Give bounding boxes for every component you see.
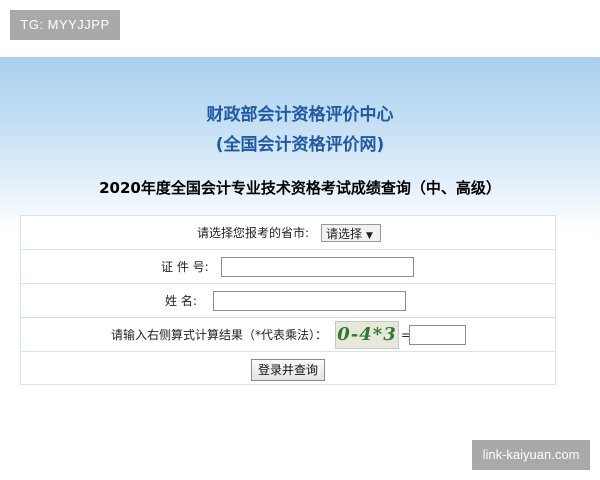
province-select-value: 请选择 (326, 227, 363, 241)
org-title: 财政部会计资格评价中心 (206, 105, 394, 125)
captcha-image[interactable]: 0-4*3 (335, 321, 399, 349)
dropdown-arrow-icon: ▼ (366, 231, 373, 241)
name-label: 姓 名: (165, 294, 197, 308)
name-row: 姓 名: (21, 284, 555, 318)
name-input[interactable] (213, 291, 406, 311)
submit-row: 登录并查询 (21, 352, 555, 386)
captcha-answer-input[interactable] (409, 325, 466, 345)
exam-title: 2020年度全国会计专业技术资格考试成绩查询（中、高级） (99, 179, 501, 197)
captcha-label: 请输入右侧算式计算结果（*代表乘法）： (111, 328, 328, 342)
captcha-row: 请输入右侧算式计算结果（*代表乘法）： 0-4*3 = (21, 318, 555, 352)
query-form: 请选择您报考的省市: 请选择 ▼ 证 件 号: 姓 名: 请输入右侧算式计算结果（… (20, 215, 556, 385)
province-label: 请选择您报考的省市: (197, 226, 310, 240)
province-select[interactable]: 请选择 ▼ (321, 224, 381, 242)
province-row: 请选择您报考的省市: 请选择 ▼ (21, 216, 555, 250)
login-query-button[interactable]: 登录并查询 (251, 359, 326, 381)
tag-badge: TG: MYYJJPP (10, 10, 120, 40)
id-number-input[interactable] (221, 257, 414, 277)
id-row: 证 件 号: (21, 250, 555, 284)
watermark: link-kaiyuan.com (472, 440, 590, 470)
id-label: 证 件 号: (161, 260, 209, 274)
org-subtitle: (全国会计资格评价网) (215, 135, 385, 155)
